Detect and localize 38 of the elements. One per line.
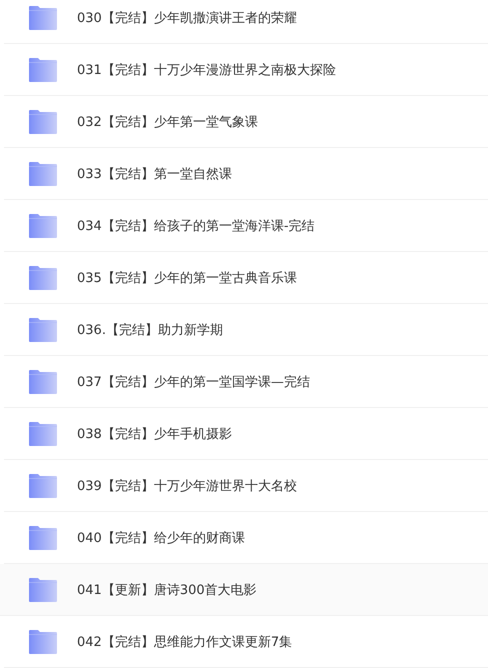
- folder-icon: [29, 110, 57, 134]
- folder-icon: [29, 266, 57, 290]
- folder-row[interactable]: 032【完结】少年第一堂气象课: [4, 96, 488, 148]
- folder-row[interactable]: 033【完结】第一堂自然课: [4, 148, 488, 200]
- folder-name[interactable]: 033【完结】第一堂自然课: [77, 164, 232, 182]
- folder-icon: [29, 58, 57, 82]
- folder-name[interactable]: 039【完结】十万少年游世界十大名校: [77, 476, 297, 494]
- folder-icon: [29, 214, 57, 238]
- folder-row[interactable]: 037【完结】少年的第一堂国学课—完结: [4, 356, 488, 408]
- folder-icon: [29, 422, 57, 446]
- folder-icon: [29, 162, 57, 186]
- folder-row-highlight[interactable]: 041【更新】唐诗300首大电影: [0, 564, 488, 616]
- folder-row[interactable]: 030【完结】少年凯撒演讲王者的荣耀: [4, 0, 488, 44]
- folder-name[interactable]: 031【完结】十万少年漫游世界之南极大探险: [77, 60, 336, 78]
- folder-name[interactable]: 034【完结】给孩子的第一堂海洋课-完结: [77, 216, 315, 234]
- folder-icon: [29, 630, 57, 654]
- folder-name[interactable]: 042【完结】思维能力作文课更新7集: [77, 632, 292, 650]
- folder-name[interactable]: 041【更新】唐诗300首大电影: [77, 580, 257, 598]
- folder-icon: [29, 578, 57, 602]
- folder-row[interactable]: 034【完结】给孩子的第一堂海洋课-完结: [4, 200, 488, 252]
- folder-row[interactable]: 031【完结】十万少年漫游世界之南极大探险: [4, 44, 488, 96]
- folder-name[interactable]: 036.【完结】助力新学期: [77, 320, 223, 338]
- folder-row[interactable]: 038【完结】少年手机摄影: [4, 408, 488, 460]
- folder-icon: [29, 526, 57, 550]
- folder-name[interactable]: 038【完结】少年手机摄影: [77, 424, 232, 442]
- folder-icon: [29, 370, 57, 394]
- folder-icon: [29, 6, 57, 30]
- folder-name[interactable]: 032【完结】少年第一堂气象课: [77, 112, 258, 130]
- folder-icon: [29, 318, 57, 342]
- folder-name[interactable]: 030【完结】少年凯撒演讲王者的荣耀: [77, 8, 297, 26]
- folder-name[interactable]: 040【完结】给少年的财商课: [77, 528, 245, 546]
- folder-row[interactable]: 039【完结】十万少年游世界十大名校: [4, 460, 488, 512]
- folder-name[interactable]: 037【完结】少年的第一堂国学课—完结: [77, 372, 310, 390]
- folder-row[interactable]: 035【完结】少年的第一堂古典音乐课: [4, 252, 488, 304]
- folder-row[interactable]: 036.【完结】助力新学期: [4, 304, 488, 356]
- folder-row[interactable]: 042【完结】思维能力作文课更新7集: [4, 616, 488, 668]
- folder-name[interactable]: 035【完结】少年的第一堂古典音乐课: [77, 268, 297, 286]
- folder-icon: [29, 474, 57, 498]
